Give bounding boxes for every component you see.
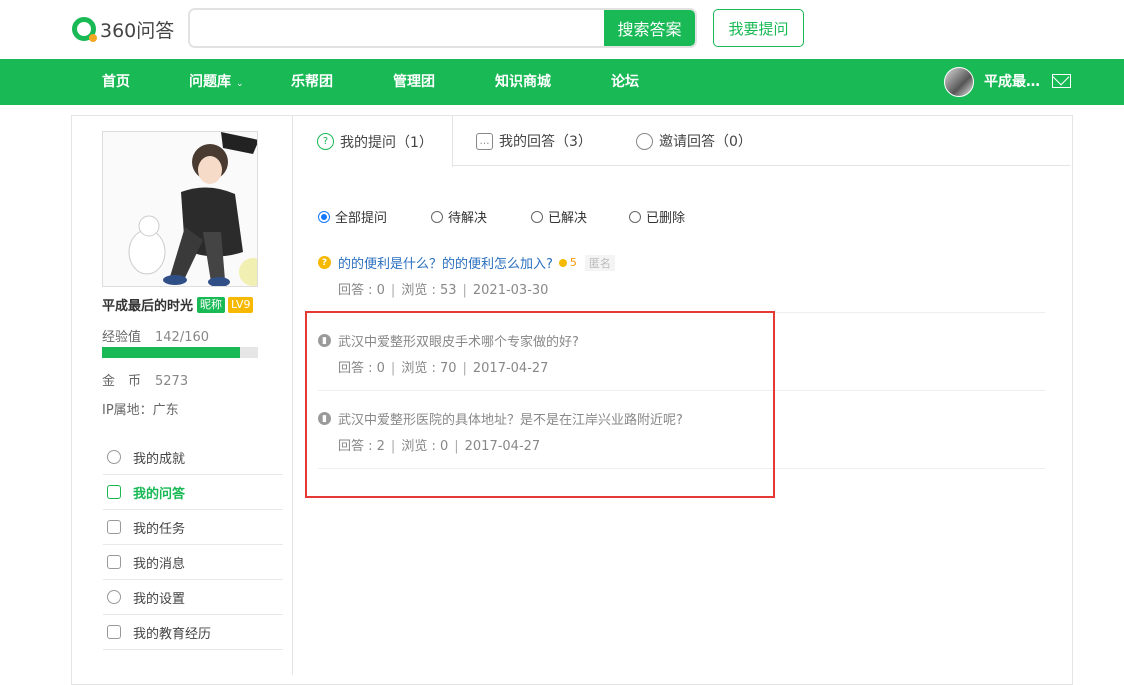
question-date: 2021-03-30 [472,283,549,298]
site-logo[interactable]: 360问答 [72,16,174,42]
filter-pending[interactable]: 待解决 [431,207,487,226]
tab-label: 邀请回答（0） [659,134,752,150]
filter-deleted[interactable]: 已删除 [629,207,685,226]
exp-progress-fill [102,347,241,358]
question-title-link[interactable]: 的的便利是什么？的的便利怎么加入? [338,253,553,272]
sidebar-item-label: 我的消息 [133,556,186,572]
mail-icon[interactable] [1052,74,1071,88]
profile-name-row: 平成最后的时光 昵称 LV9 [102,295,254,314]
tab-label: 我的提问（1） [340,134,433,151]
nav-item-question-library[interactable]: 问题库 ⌄ [189,59,244,105]
sidebar-item-my-qa[interactable]: 我的问答 [103,475,283,510]
question-mark-icon: ? [318,256,331,269]
sidebar-item-label: 我的问答 [133,486,186,502]
tab-invited-answers[interactable]: 邀请回答（0） [636,116,752,166]
question-icon [107,485,121,499]
chevron-down-icon: ⌄ [236,79,244,89]
exp-progress-bar [102,347,258,358]
sidebar-item-settings[interactable]: 我的设置 [103,580,283,615]
nav-item-shop[interactable]: 知识商城 [495,59,551,105]
filter-label: 全部提问 [335,211,388,226]
question-item: ? 的的便利是什么？的的便利怎么加入? 5 匿名 回答 : 0 | 浏览 : 53 |… [318,253,1045,313]
sidebar-item-tasks[interactable]: 我的任务 [103,510,283,545]
filter-all[interactable]: 全部提问 [318,207,387,226]
top-header: 360问答 搜索答案 我要提问 [0,0,1124,59]
exp-label: 经验值 [102,330,142,345]
reward-value: 5 [569,256,577,269]
logo-mark-icon [72,17,97,42]
tab-my-answers[interactable]: … 我的回答（3） [476,116,592,166]
ask-question-button[interactable]: 我要提问 [713,9,804,47]
filter-label: 已删除 [646,211,686,226]
sidebar-item-label: 我的成就 [133,451,186,467]
person-icon [636,132,653,150]
nav-item-label: 问题库 [189,74,231,90]
answer-count: 回答 : 0 [338,283,385,298]
exp-value: 142/160 [155,330,210,345]
sidebar-item-education[interactable]: 我的教育经历 [103,615,283,650]
radio-button [431,210,443,223]
mail-icon [107,555,121,569]
radio-button [531,210,543,223]
view-count: 浏览 : 53 [401,283,457,298]
clipboard-icon [107,520,121,534]
exp-row: 经验值 142/160 [102,326,209,345]
meta-separator: | [462,283,467,298]
profile-name: 平成最后的时光 [102,299,194,314]
nav-item-home[interactable]: 首页 [102,59,130,105]
question-circle-icon: ? [317,133,334,150]
radio-button [629,210,641,223]
nav-item-forum[interactable]: 论坛 [611,59,639,105]
radio-button [318,210,330,223]
sidebar-item-label: 我的教育经历 [133,626,212,642]
coin-value: 5273 [155,374,189,389]
medal-icon [107,450,121,464]
sidebar-divider [292,115,293,675]
coin-label: 金 币 [102,374,142,389]
sidebar-item-messages[interactable]: 我的消息 [103,545,283,580]
graduation-cap-icon [107,625,121,639]
question-meta: 回答 : 0 | 浏览 : 53 | 2021-03-30 [338,279,548,298]
anonymous-tag: 匿名 [584,254,615,271]
chat-bubble-icon: … [476,132,493,150]
meta-separator: | [390,283,396,298]
gear-icon [107,590,121,604]
logo-text: 360问答 [100,19,175,42]
user-avatar[interactable] [944,67,974,97]
tab-my-questions[interactable]: ? 我的提问（1） [293,116,453,167]
ip-location: IP属地：广东 [102,403,179,418]
avatar-illustration [103,132,257,286]
question-title-row: ? 的的便利是什么？的的便利怎么加入? 5 匿名 [318,253,615,272]
search-bar: 搜索答案 [188,8,697,48]
sidebar-item-label: 我的任务 [133,521,186,537]
sidebar-item-achievements[interactable]: 我的成就 [103,440,283,475]
nickname-badge: 昵称 [197,296,226,313]
coin-icon [558,258,567,267]
filter-label: 已解决 [548,211,588,226]
search-input[interactable] [190,10,604,46]
nav-item-admin-team[interactable]: 管理团 [393,59,435,105]
main-nav: 首页 问题库 ⌄ 乐帮团 管理团 知识商城 论坛 平成最… [0,59,1124,105]
profile-avatar[interactable] [102,131,258,287]
search-button[interactable]: 搜索答案 [604,10,695,46]
filter-label: 待解决 [448,211,488,226]
coin-row: 金 币 5273 [102,370,188,389]
sidebar-item-label: 我的设置 [133,591,186,607]
qa-tabs: ? 我的提问（1） … 我的回答（3） 邀请回答（0） [293,116,1070,167]
tab-label: 我的回答（3） [499,134,592,150]
nav-item-lebang[interactable]: 乐帮团 [291,59,333,105]
highlight-annotation-box [305,311,775,498]
level-badge: LV9 [228,296,254,313]
filter-solved[interactable]: 已解决 [531,207,587,226]
user-name[interactable]: 平成最… [984,59,1040,105]
